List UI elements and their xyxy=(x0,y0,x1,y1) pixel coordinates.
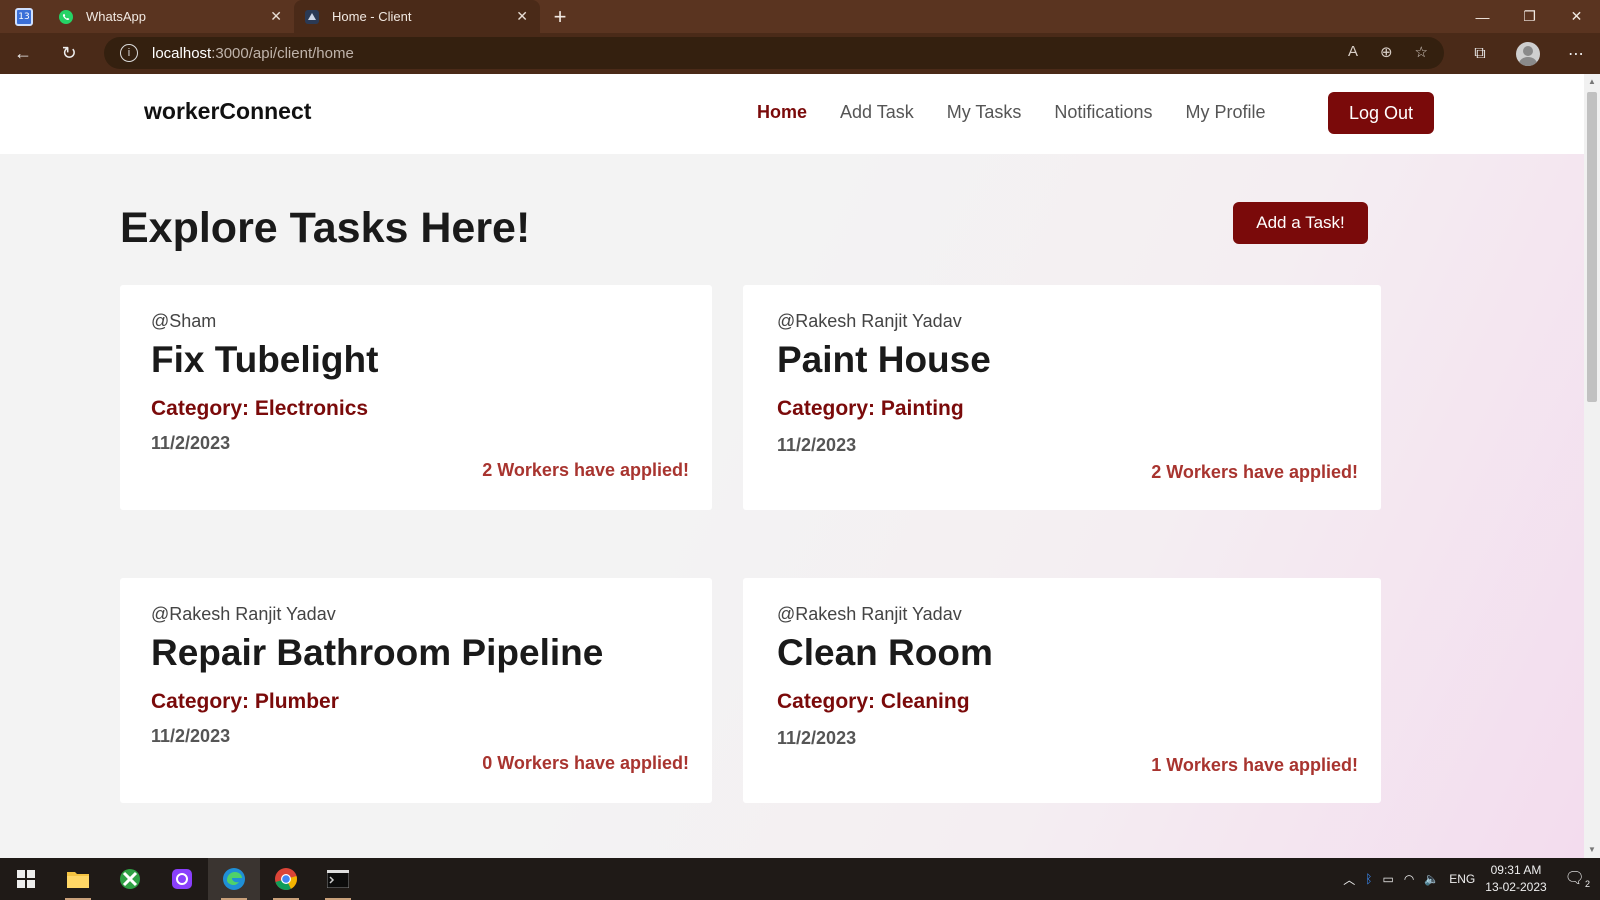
brand-logo[interactable]: workerConnect xyxy=(144,98,311,125)
url-path: :3000/api/client/home xyxy=(211,44,354,62)
calendar-icon: 13 xyxy=(15,7,33,26)
task-applied-count: 2 Workers have applied! xyxy=(1151,462,1358,482)
favorite-star-icon[interactable]: ☆ xyxy=(1415,43,1428,61)
task-author: @Rakesh Ranjit Yadav xyxy=(777,311,962,331)
close-window-icon[interactable]: ✕ xyxy=(1553,0,1600,33)
logout-button[interactable]: Log Out xyxy=(1328,92,1434,134)
nav-my-profile[interactable]: My Profile xyxy=(1185,102,1265,123)
notifications-center-icon[interactable]: 🗨2 xyxy=(1565,868,1590,889)
collections-icon[interactable]: ⧉ xyxy=(1456,45,1504,63)
nav-home[interactable]: Home xyxy=(757,102,807,123)
task-date: 11/2/2023 xyxy=(777,728,857,748)
task-applied-count: 1 Workers have applied! xyxy=(1151,755,1358,775)
task-title: Repair Bathroom Pipeline xyxy=(151,632,604,673)
reload-icon[interactable]: ↻ xyxy=(46,43,92,64)
task-card[interactable]: @Sham Fix Tubelight Category: Electronic… xyxy=(120,285,712,510)
notification-count: 2 xyxy=(1584,879,1590,890)
folder-icon xyxy=(67,872,89,888)
task-category: Category: Painting xyxy=(777,397,964,420)
camera-app-icon xyxy=(172,869,192,889)
site-header: workerConnect Home Add Task My Tasks Not… xyxy=(0,74,1584,154)
back-icon[interactable]: ← xyxy=(0,43,46,64)
edge-button[interactable] xyxy=(208,858,260,900)
task-date: 11/2/2023 xyxy=(151,726,231,746)
window-controls: — ❐ ✕ xyxy=(1459,0,1600,33)
avatar xyxy=(1516,41,1540,66)
task-date: 11/2/2023 xyxy=(151,433,231,453)
restore-icon[interactable]: ❐ xyxy=(1506,0,1553,33)
address-bar-actions: A ⊕ ☆ xyxy=(1348,43,1428,61)
page-title: Explore Tasks Here! xyxy=(120,204,531,252)
read-aloud-icon[interactable]: A xyxy=(1348,43,1358,61)
chrome-button[interactable] xyxy=(260,858,312,900)
close-tab-icon[interactable]: ✕ xyxy=(270,8,282,25)
battery-icon[interactable]: ▭ xyxy=(1382,872,1393,886)
scroll-down-icon[interactable]: ▼ xyxy=(1587,845,1597,855)
task-author: @Rakesh Ranjit Yadav xyxy=(777,604,962,624)
terminal-button[interactable] xyxy=(312,858,364,900)
whatsapp-icon xyxy=(58,9,74,25)
browser-right-actions: ⧉ ⋯ xyxy=(1456,33,1600,74)
site-favicon-icon xyxy=(304,9,320,25)
clock[interactable]: 09:31 AM 13-02-2023 xyxy=(1485,862,1546,896)
task-card[interactable]: @Rakesh Ranjit Yadav Clean Room Category… xyxy=(743,578,1381,803)
clock-date: 13-02-2023 xyxy=(1485,880,1547,894)
task-applied-count: 0 Workers have applied! xyxy=(482,753,689,773)
task-author: @Sham xyxy=(151,311,217,331)
task-card[interactable]: @Rakesh Ranjit Yadav Paint House Categor… xyxy=(743,285,1381,510)
xbox-icon xyxy=(120,869,140,889)
url-host: localhost xyxy=(152,44,212,62)
bluetooth-icon[interactable]: ᛒ xyxy=(1365,872,1372,886)
task-category: Category: Electronics xyxy=(151,397,369,420)
network-icon[interactable]: ◠ xyxy=(1404,872,1414,886)
browser-tab-strip: 13 WhatsApp ✕ Home - Client ✕ + — ❐ ✕ xyxy=(0,0,1600,33)
system-tray: ︿ ᛒ ▭ ◠ 🔈 ENG 09:31 AM 13-02-2023 🗨2 xyxy=(1343,858,1600,900)
nav-my-tasks[interactable]: My Tasks xyxy=(947,102,1022,123)
task-applied-count: 2 Workers have applied! xyxy=(482,460,689,480)
task-author: @Rakesh Ranjit Yadav xyxy=(151,604,336,624)
clock-time: 09:31 AM xyxy=(1490,863,1542,877)
browser-toolbar: ← ↻ i localhost :3000/api/client/home A … xyxy=(0,33,1600,74)
nav-notifications[interactable]: Notifications xyxy=(1054,102,1152,123)
task-category: Category: Cleaning xyxy=(777,690,970,713)
new-tab-button[interactable]: + xyxy=(540,0,580,33)
start-button[interactable] xyxy=(0,858,52,900)
close-tab-icon[interactable]: ✕ xyxy=(516,8,528,25)
volume-icon[interactable]: 🔈 xyxy=(1424,872,1439,886)
browser-tab-home-client[interactable]: Home - Client ✕ xyxy=(294,0,540,33)
profile-button[interactable] xyxy=(1504,41,1552,66)
zoom-icon[interactable]: ⊕ xyxy=(1380,43,1393,61)
show-hidden-icons-icon[interactable]: ︿ xyxy=(1343,871,1355,888)
tab-title: WhatsApp xyxy=(86,9,146,24)
browser-tab-whatsapp[interactable]: WhatsApp ✕ xyxy=(48,0,294,33)
more-options-icon[interactable]: ⋯ xyxy=(1552,44,1600,64)
scroll-up-icon[interactable]: ▲ xyxy=(1587,77,1597,87)
site-info-icon[interactable]: i xyxy=(120,44,138,62)
windows-taskbar: ︿ ᛒ ▭ ◠ 🔈 ENG 09:31 AM 13-02-2023 🗨2 xyxy=(0,858,1600,900)
task-card[interactable]: @Rakesh Ranjit Yadav Repair Bathroom Pip… xyxy=(120,578,712,803)
tab-actions-button[interactable]: 13 xyxy=(0,0,48,33)
language-indicator[interactable]: ENG xyxy=(1449,872,1475,886)
address-bar[interactable]: i localhost :3000/api/client/home A ⊕ ☆ xyxy=(104,37,1444,69)
edge-icon xyxy=(223,868,245,890)
page-viewport: workerConnect Home Add Task My Tasks Not… xyxy=(0,74,1584,858)
task-title: Paint House xyxy=(777,339,991,380)
site-nav: Home Add Task My Tasks Notifications My … xyxy=(757,102,1298,123)
tab-title: Home - Client xyxy=(332,9,412,24)
file-explorer-button[interactable] xyxy=(52,858,104,900)
minimize-icon[interactable]: — xyxy=(1459,0,1506,33)
task-date: 11/2/2023 xyxy=(777,435,857,455)
task-category: Category: Plumber xyxy=(151,690,339,713)
xbox-button[interactable] xyxy=(104,858,156,900)
task-title: Clean Room xyxy=(777,632,993,673)
windows-logo-icon xyxy=(17,870,35,888)
add-task-button[interactable]: Add a Task! xyxy=(1233,202,1368,244)
nav-add-task[interactable]: Add Task xyxy=(840,102,914,123)
terminal-icon xyxy=(327,870,349,888)
page-scrollbar[interactable]: ▲ ▼ xyxy=(1584,74,1600,858)
scrollbar-thumb[interactable] xyxy=(1587,92,1597,402)
camera-app-button[interactable] xyxy=(156,858,208,900)
task-title: Fix Tubelight xyxy=(151,339,379,380)
chrome-icon xyxy=(275,868,297,890)
